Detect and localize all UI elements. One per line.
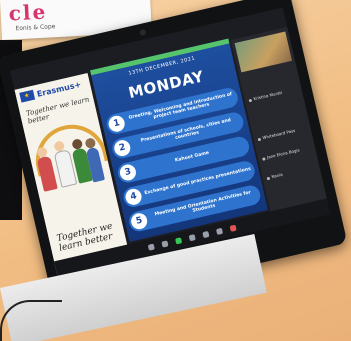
photo-scene: cle Eonis & Cope Erasmus+ Together we le… [0, 0, 351, 341]
camera-icon[interactable] [161, 240, 169, 248]
reactions-icon[interactable] [215, 227, 224, 235]
participant-name[interactable]: Rania [266, 164, 316, 180]
paper-handwriting: cle [8, 0, 48, 26]
participant-name[interactable]: Jane Elena Bogis [261, 145, 312, 161]
participant-name[interactable]: Whiteboard Poss [257, 125, 307, 141]
participants-icon[interactable] [188, 234, 196, 242]
erasmus-logo-text: Erasmus+ [35, 79, 82, 99]
share-screen-icon[interactable] [175, 237, 183, 245]
mic-icon [261, 156, 266, 161]
mic-icon [257, 137, 262, 141]
eu-flag-icon [19, 89, 36, 103]
agenda-item-number: 3 [118, 162, 138, 183]
mic-icon [266, 176, 271, 180]
handwritten-motto-top: Together we learn better [25, 95, 91, 126]
paper-subline: Eonis & Cope [15, 23, 56, 33]
leave-call-icon[interactable] [229, 224, 237, 232]
mic-icon[interactable] [147, 243, 155, 251]
agenda-item-number: 4 [123, 187, 144, 207]
participant-video-thumbnail[interactable] [234, 31, 292, 73]
mic-icon [248, 98, 253, 102]
chat-icon[interactable] [202, 230, 210, 239]
participant-name[interactable]: Kristina Murati [248, 86, 298, 102]
